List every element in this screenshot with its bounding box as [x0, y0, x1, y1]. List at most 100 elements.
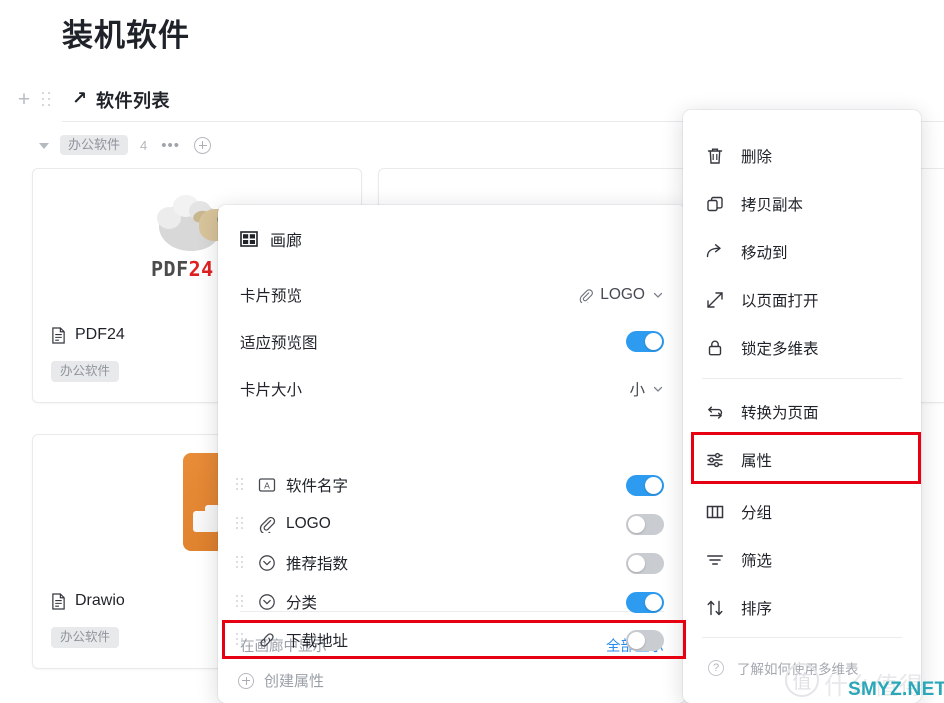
- menu-item-properties[interactable]: 属性: [683, 436, 921, 484]
- drag-handle-icon[interactable]: [236, 594, 248, 610]
- property-row-logo[interactable]: LOGO: [222, 505, 686, 543]
- card-tag: 办公软件: [51, 626, 120, 648]
- menu-divider: [702, 637, 902, 638]
- menu-item-sort[interactable]: 排序: [683, 584, 921, 632]
- open-as-page-icon: [707, 292, 723, 308]
- menu-item-label: 转换为页面: [741, 405, 819, 422]
- attachment-property-icon: [259, 516, 276, 533]
- menu-item-label: 筛选: [741, 553, 773, 570]
- menu-item-delete[interactable]: 删除: [683, 132, 921, 180]
- row-card-preview[interactable]: 卡片预览 LOGO: [240, 273, 664, 317]
- group-add-record-icon[interactable]: [194, 136, 212, 154]
- gallery-icon: [240, 231, 258, 247]
- row-fit-preview[interactable]: 适应预览图: [240, 320, 664, 364]
- property-row-download-url[interactable]: 下载地址: [222, 621, 686, 659]
- drag-handle-icon[interactable]: [236, 477, 248, 493]
- link-property-icon: [260, 633, 274, 647]
- menu-item-label: 排序: [741, 601, 773, 618]
- toggle-fit-preview[interactable]: [626, 331, 664, 352]
- property-row-category[interactable]: 分类: [222, 583, 686, 621]
- create-property-button[interactable]: 创建属性: [238, 670, 324, 691]
- document-icon: [52, 326, 65, 344]
- card-title-text: Drawio: [75, 592, 125, 609]
- duplicate-icon: [707, 196, 723, 212]
- menu-item-label: 属性: [741, 453, 773, 470]
- menu-footer-help[interactable]: ? 了解如何使用多维表: [683, 647, 921, 689]
- block-header: + ↗ 软件列表: [14, 85, 714, 121]
- row-card-size-value-text: 小: [629, 382, 645, 399]
- external-link-icon: ↗: [72, 88, 88, 108]
- card-tag: 办公软件: [51, 360, 120, 382]
- context-menu: 删除 拷贝副本 移动到 以页面打开 锁定多维表 转换为页面 属性 分组 筛选 排…: [683, 110, 921, 703]
- toggle-rating[interactable]: [626, 552, 664, 574]
- group-name-chip[interactable]: 办公软件: [60, 135, 129, 155]
- row-card-size-value[interactable]: 小: [629, 378, 664, 400]
- create-property-label: 创建属性: [264, 673, 325, 690]
- card-title: PDF24: [51, 326, 125, 344]
- page-title: 装机软件: [62, 18, 190, 53]
- group-count: 4: [140, 137, 148, 153]
- menu-divider: [702, 378, 902, 379]
- menu-item-lock-table[interactable]: 锁定多维表: [683, 324, 921, 372]
- drag-handle-icon[interactable]: [236, 555, 248, 571]
- svg-text:A: A: [264, 481, 270, 491]
- collapse-caret-icon[interactable]: [36, 137, 52, 153]
- row-card-preview-value[interactable]: LOGO: [578, 286, 664, 304]
- menu-item-filter[interactable]: 筛选: [683, 536, 921, 584]
- property-label: 软件名字: [286, 478, 349, 495]
- document-icon: [52, 592, 65, 610]
- drag-handle-icon[interactable]: [42, 91, 56, 109]
- toggle-category[interactable]: [626, 591, 664, 613]
- property-row-rating[interactable]: 推荐指数: [222, 544, 686, 582]
- popover-header-label: 画廊: [270, 233, 303, 250]
- group-row: 办公软件 4 •••: [36, 131, 212, 159]
- menu-item-label: 删除: [741, 149, 773, 166]
- row-card-size-label: 卡片大小: [240, 382, 303, 399]
- property-row-software-name[interactable]: A 软件名字: [222, 466, 686, 504]
- menu-item-convert-to-page[interactable]: 转换为页面: [683, 388, 921, 436]
- popover-header: 画廊: [240, 227, 302, 251]
- add-block-icon[interactable]: +: [14, 89, 34, 110]
- menu-item-move-to[interactable]: 移动到: [683, 228, 921, 276]
- toggle-download-url[interactable]: [626, 629, 664, 651]
- toggle-logo[interactable]: [626, 513, 664, 535]
- select-property-icon: [259, 555, 275, 571]
- convert-icon: [708, 406, 723, 419]
- drag-handle-icon[interactable]: [236, 632, 248, 648]
- row-card-preview-label: 卡片预览: [240, 288, 303, 305]
- row-card-size[interactable]: 卡片大小 小: [240, 367, 664, 411]
- group-more-icon[interactable]: •••: [161, 137, 180, 154]
- menu-item-open-as-page[interactable]: 以页面打开: [683, 276, 921, 324]
- move-to-icon: [706, 244, 721, 258]
- menu-item-duplicate[interactable]: 拷贝副本: [683, 180, 921, 228]
- chevron-down-icon: [653, 292, 663, 298]
- properties-icon: [707, 452, 723, 468]
- app-root: 装机软件 + ↗ 软件列表 办公软件 4 ••• PDF24 PDF24 办公软…: [0, 0, 944, 703]
- toggle-software-name[interactable]: [626, 474, 664, 496]
- property-label: 推荐指数: [286, 556, 349, 573]
- menu-footer-label: 了解如何使用多维表: [737, 662, 859, 677]
- menu-item-label: 以页面打开: [741, 293, 819, 310]
- menu-item-group[interactable]: 分组: [683, 488, 921, 536]
- select-property-icon: [259, 594, 275, 610]
- menu-item-label: 分组: [741, 505, 773, 522]
- property-label: 下载地址: [286, 633, 349, 650]
- text-property-icon: A: [258, 478, 276, 492]
- filter-icon: [707, 555, 723, 565]
- attachment-icon: [579, 288, 594, 303]
- lock-icon: [708, 340, 722, 356]
- menu-item-label: 锁定多维表: [741, 341, 819, 358]
- property-label: 分类: [286, 595, 318, 612]
- chevron-down-icon: [653, 386, 663, 392]
- group-icon: [706, 505, 724, 519]
- drag-handle-icon[interactable]: [236, 516, 248, 532]
- help-icon: ?: [708, 660, 724, 676]
- block-title[interactable]: 软件列表: [96, 87, 170, 113]
- trash-icon: [707, 148, 723, 164]
- card-title: Drawio: [51, 592, 125, 610]
- menu-item-label: 移动到: [741, 245, 788, 262]
- plus-circle-icon: [238, 672, 254, 689]
- property-label: LOGO: [286, 515, 331, 532]
- card-title-text: PDF24: [75, 326, 125, 343]
- menu-item-label: 拷贝副本: [741, 197, 804, 214]
